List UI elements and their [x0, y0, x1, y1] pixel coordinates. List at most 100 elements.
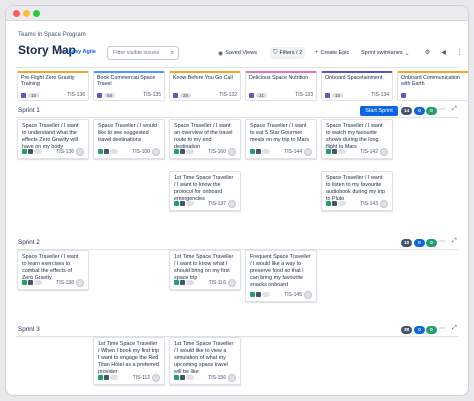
window-titlebar	[6, 6, 468, 21]
assignee-avatar[interactable]	[380, 147, 388, 156]
epic-key[interactable]: TIS-136	[67, 92, 85, 98]
story-card[interactable]: Space Traveller / I want to eat 5 Star G…	[245, 119, 317, 159]
filters-label: Filters / 2	[279, 50, 303, 56]
epic-footer	[401, 93, 465, 98]
story-key[interactable]: TIS-144	[284, 149, 302, 155]
story-key[interactable]: TIS-137	[208, 201, 226, 207]
priority-icon	[180, 149, 185, 154]
sprint-title: Sprint 3	[18, 326, 40, 333]
assignee-avatar[interactable]	[76, 278, 84, 287]
story-type-icon	[250, 292, 255, 297]
story-card[interactable]: Frequent Space Traveller / I would like …	[245, 250, 317, 302]
sprint-inprogress-count: 0	[414, 107, 425, 115]
story-card[interactable]: Space Traveller / I want to understand w…	[17, 119, 89, 159]
sprint-title: Sprint 2	[18, 239, 40, 246]
epic-card[interactable]: Onboard Spacetainment 15 TIS-134	[321, 71, 393, 101]
settings-icon[interactable]: ⚙	[422, 47, 433, 58]
story-key[interactable]: TIS-100	[132, 149, 150, 155]
story-key[interactable]: TIS-136	[56, 149, 74, 155]
epic-key[interactable]: TIS-134	[371, 92, 389, 98]
assignee-avatar[interactable]	[76, 147, 84, 156]
assignee-avatar[interactable]	[228, 278, 236, 287]
close-window-button[interactable]	[13, 10, 20, 17]
saved-views-button[interactable]: ◉ Saved Views	[215, 47, 260, 59]
sprint-done-count: 0	[426, 107, 437, 115]
more-icon[interactable]: ⋮	[454, 47, 465, 58]
estimate-badge	[186, 375, 194, 380]
assignee-avatar[interactable]	[152, 373, 160, 382]
sprint-inprogress-count: 0	[414, 326, 425, 334]
epic-icon	[97, 92, 102, 98]
create-epic-button[interactable]: + Create Epic	[312, 47, 352, 59]
story-key[interactable]: TIS-160	[208, 149, 226, 155]
epic-issue-count: 15	[332, 92, 344, 98]
minimize-window-button[interactable]	[23, 10, 30, 17]
story-footer: TIS-116	[174, 278, 236, 287]
story-key[interactable]: TIS-145	[284, 292, 302, 298]
story-card[interactable]: Space Traveller / I would like to see su…	[93, 119, 165, 159]
epic-issue-count: 58	[104, 92, 116, 98]
epic-card[interactable]: Book Commercial Space Travel 58 TIS-135	[93, 71, 165, 101]
story-type-icon	[174, 149, 179, 154]
expand-icon[interactable]: ⤢	[452, 325, 457, 332]
story-card[interactable]: 1st Time Space Traveller / I want to kno…	[169, 250, 241, 290]
epic-card[interactable]: Know Before You Go Call 28 TIS-132	[169, 71, 241, 101]
epic-card[interactable]: Delicious Space Nutrition 21 TIS-133	[245, 71, 317, 101]
story-card[interactable]: 1st Time Space Traveller / I want to kno…	[169, 171, 241, 211]
story-key[interactable]: TIS-142	[360, 149, 378, 155]
expand-icon[interactable]: ⤢	[452, 238, 457, 245]
estimate-badge	[262, 149, 270, 154]
story-type-icon	[174, 280, 179, 285]
assignee-avatar[interactable]	[304, 290, 312, 299]
estimate-badge	[262, 292, 270, 297]
story-card[interactable]: 1st Time Space Traveller / I would like …	[169, 337, 241, 385]
assignee-avatar[interactable]	[380, 199, 388, 208]
assignee-avatar[interactable]	[304, 147, 312, 156]
story-footer: TIS-156	[174, 373, 236, 382]
assignee-avatar[interactable]	[228, 373, 236, 382]
story-card[interactable]: Space Traveller / I want to learn exerci…	[17, 250, 89, 290]
epic-icon	[249, 92, 254, 98]
story-card[interactable]: 1st Time Space Traveller / When I book m…	[93, 337, 165, 385]
assignee-avatar[interactable]	[228, 147, 236, 156]
author-link[interactable]: Easy Agile	[68, 49, 96, 55]
story-card[interactable]: Space Traveller / I want an overview of …	[169, 119, 241, 159]
story-key[interactable]: TIS-112	[133, 375, 150, 381]
search-input[interactable]: Filter visible issues ⌕	[107, 46, 179, 60]
assignee-avatar[interactable]	[152, 147, 160, 156]
estimate-badge	[34, 280, 42, 285]
assignee-avatar[interactable]	[228, 199, 236, 208]
epic-key[interactable]: TIS-135	[143, 92, 161, 98]
epic-title: Pre-Flight Zero Gravity Training	[21, 75, 75, 88]
estimate-badge	[110, 375, 118, 380]
story-key[interactable]: TIS-156	[208, 375, 226, 381]
sprint-more-icon[interactable]: ⋯	[439, 106, 445, 113]
expand-icon[interactable]: ⤢	[452, 106, 457, 113]
megaphone-icon[interactable]: ◀	[438, 47, 449, 58]
epic-key[interactable]: TIS-132	[219, 92, 237, 98]
maximize-window-button[interactable]	[33, 10, 40, 17]
epic-badges: 58	[97, 92, 116, 98]
priority-icon	[28, 149, 33, 154]
epic-card[interactable]: Pre-Flight Zero Gravity Training 16 TIS-13…	[17, 71, 89, 101]
epic-key[interactable]: TIS-133	[295, 92, 313, 98]
story-key[interactable]: TIS-143	[360, 201, 378, 207]
epic-issue-count: 16	[28, 92, 40, 98]
sprint-more-icon[interactable]: ⋯	[439, 238, 445, 245]
swimlanes-dropdown[interactable]: Sprint swimlanes ⌄	[358, 47, 413, 59]
story-card[interactable]: Space Traveller / I want to watch my fav…	[321, 119, 393, 159]
story-key[interactable]: TIS-138	[56, 280, 74, 286]
story-summary: 1st Time Space Traveller / I would like …	[174, 341, 234, 376]
epic-card[interactable]: Onboard Communication with Earth	[397, 71, 468, 101]
estimate-badge	[110, 149, 118, 154]
filters-button[interactable]: ⛉ Filters / 2	[270, 47, 306, 59]
story-footer: TIS-112	[98, 373, 160, 382]
epic-badges: 15	[325, 92, 344, 98]
start-sprint-button[interactable]: Start Sprint	[360, 106, 398, 116]
project-name[interactable]: Teams In Space Program	[18, 32, 86, 38]
header-divider	[16, 67, 458, 68]
story-key[interactable]: TIS-116	[209, 280, 226, 286]
sprint-more-icon[interactable]: ⋯	[439, 325, 445, 332]
story-card[interactable]: Space Traveller / I want to listen to my…	[321, 171, 393, 211]
epic-footer: 21 TIS-133	[249, 92, 313, 98]
